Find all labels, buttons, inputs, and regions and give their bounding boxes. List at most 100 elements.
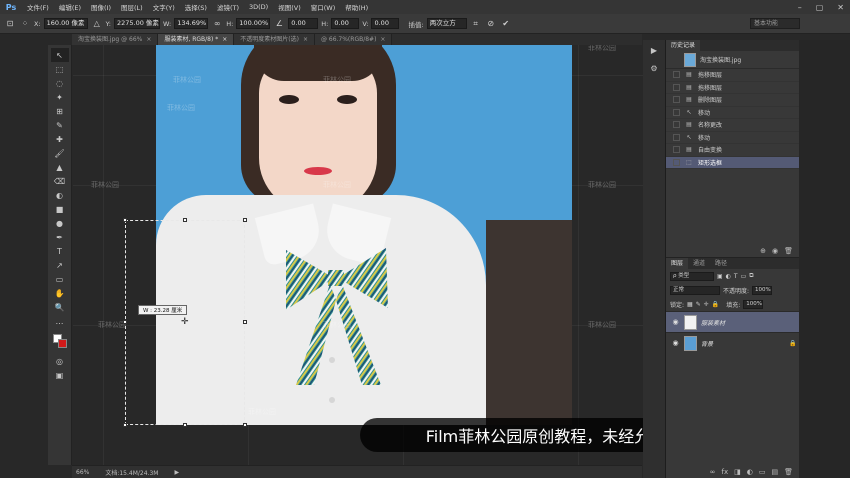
transform-handle[interactable] [123,320,127,324]
stamp-tool-icon[interactable]: ▲ [51,160,69,174]
add-mask-icon[interactable]: ◨ [734,468,741,476]
transform-handle[interactable] [243,423,247,427]
history-item[interactable]: ▤ 名称更改 [666,119,799,132]
history-source-checkbox[interactable] [673,146,680,154]
marquee-tool-icon[interactable]: ⬚ [51,62,69,76]
type-tool-icon[interactable]: T [51,244,69,258]
zoom-level[interactable]: 66% [76,469,89,476]
filter-shape-icon[interactable]: ▭ [741,273,747,280]
lock-pixels-icon[interactable]: ✎ [696,301,701,308]
history-source-checkbox[interactable] [673,133,680,141]
status-menu-arrow-icon[interactable]: ▶ [174,469,179,476]
width-input[interactable]: 134.69% [174,18,209,29]
eraser-tool-icon[interactable]: ⌫ [51,174,69,188]
screen-mode-icon[interactable]: ▣ [51,368,69,382]
color-swatches[interactable] [51,332,69,350]
history-item[interactable]: ▤ 自由变换 [666,144,799,157]
tab-history[interactable]: 历史记录 [666,40,701,51]
pen-tool-icon[interactable]: ✒ [51,230,69,244]
height-input[interactable]: 100.00% [236,18,271,29]
layer-row[interactable]: ◉ 背景 🔒 [666,332,799,353]
history-source-checkbox[interactable] [673,108,680,116]
background-color-swatch[interactable] [57,339,67,348]
filter-pixel-icon[interactable]: ▣ [717,273,723,280]
angle-input[interactable]: 0.00 [288,18,319,29]
document-canvas[interactable]: 菲林公园 菲林公园 菲林公园 菲林公园 菲林公园 菲林公园 菲林公园 菲林公园 … [73,45,643,465]
tab-close-icon[interactable]: × [146,34,151,45]
filter-smart-icon[interactable]: ⧉ [749,272,753,280]
vskew-input[interactable]: 0.00 [371,18,400,29]
filter-adjust-icon[interactable]: ◐ [726,273,731,280]
layer-style-icon[interactable]: fx [722,468,729,476]
tab-paths[interactable]: 路径 [710,258,732,269]
menu-view[interactable]: 视图(V) [273,2,306,12]
transform-preset-icon[interactable]: ⊡ [4,18,16,30]
brush-tool-icon[interactable]: 🖌 [51,146,69,160]
move-tool-icon[interactable]: ↖ [50,48,69,62]
play-icon[interactable]: ▶ [646,43,662,57]
transform-handle[interactable] [243,320,247,324]
interpolation-select[interactable]: 两次立方 [426,18,467,29]
history-source-checkbox[interactable] [673,121,680,129]
dodge-tool-icon[interactable]: ● [51,216,69,230]
blend-mode-select[interactable]: 正常 [670,285,720,295]
maximize-button[interactable]: ▢ [816,3,824,12]
history-item[interactable]: ↖ 移动 [666,107,799,119]
menu-file[interactable]: 文件(F) [22,2,54,12]
history-item[interactable]: ↖ 移动 [666,132,799,144]
history-item[interactable]: ▤ 拖移图层 [666,82,799,94]
new-group-icon[interactable]: ▭ [759,468,766,476]
healing-tool-icon[interactable]: ✚ [51,132,69,146]
visibility-eye-icon[interactable]: ◉ [671,339,680,347]
layer-row[interactable]: ◉ 服装素材 [666,311,799,332]
menu-help[interactable]: 帮助(H) [340,2,373,12]
workspace-select[interactable]: 基本功能 [750,18,800,29]
reference-point-icon[interactable]: ⁘ [19,18,31,30]
tab-fourth-doc[interactable]: @ 66.7%(RGB/8#) × [314,34,393,45]
settings-icon[interactable]: ⚙ [646,61,662,75]
gradient-tool-icon[interactable]: ◐ [51,188,69,202]
lasso-tool-icon[interactable]: ◌ [51,76,69,90]
new-layer-icon[interactable]: ▤ [771,468,778,476]
link-layers-icon[interactable]: ∞ [710,468,716,476]
layer-name[interactable]: 服装素材 [701,318,799,327]
shape-tool-icon[interactable]: ▭ [51,272,69,286]
quick-mask-icon[interactable]: ◎ [51,354,69,368]
tab-opacity-material[interactable]: 不透明度素材图片(选) × [234,34,315,45]
minimize-button[interactable]: – [798,3,802,12]
eyedropper-tool-icon[interactable]: ✎ [51,118,69,132]
menu-type[interactable]: 文字(Y) [148,2,180,12]
history-source-checkbox[interactable] [673,71,680,79]
filter-type-icon[interactable]: T [734,273,738,280]
history-snapshot[interactable]: 淘宝换装图.jpg [666,51,799,69]
lock-position-icon[interactable]: ✛ [704,301,709,308]
link-icon[interactable]: ∞ [211,18,223,30]
tab-taobao-image[interactable]: 淘宝换装图.jpg @ 66% × [72,34,159,45]
opacity-input[interactable]: 100% [752,285,773,295]
blur-tool-icon[interactable]: ■ [51,202,69,216]
menu-filter[interactable]: 滤镜(T) [212,2,244,12]
tab-close-icon[interactable]: × [380,34,385,45]
magic-wand-tool-icon[interactable]: ✦ [51,90,69,104]
close-button[interactable]: ✕ [837,3,844,12]
warp-icon[interactable]: ⌗ [470,18,482,30]
fill-input[interactable]: 100% [743,299,764,309]
more-tools-icon[interactable]: … [51,314,69,328]
tab-close-icon[interactable]: × [303,34,308,45]
new-snapshot-icon[interactable]: ◉ [772,247,778,255]
transform-handle[interactable] [243,218,247,222]
adjustment-layer-icon[interactable]: ◐ [747,468,753,476]
tab-clothing-material[interactable]: 服装素材, RGB/8) * × [158,34,235,45]
transform-handle[interactable] [183,423,187,427]
zoom-tool-icon[interactable]: 🔍 [51,300,69,314]
delete-state-icon[interactable]: 🗑 [784,247,793,255]
history-source-checkbox[interactable] [673,83,680,91]
menu-layer[interactable]: 图层(L) [116,2,148,12]
delta-icon[interactable]: △ [91,18,103,30]
tab-close-icon[interactable]: × [222,34,227,45]
menu-3d[interactable]: 3D(D) [244,3,273,11]
x-input[interactable]: 160.00 像素 [43,18,88,29]
path-select-tool-icon[interactable]: ↗ [51,258,69,272]
crop-tool-icon[interactable]: ⊞ [51,104,69,118]
history-item[interactable]: ▤ 拖移图层 [666,69,799,82]
